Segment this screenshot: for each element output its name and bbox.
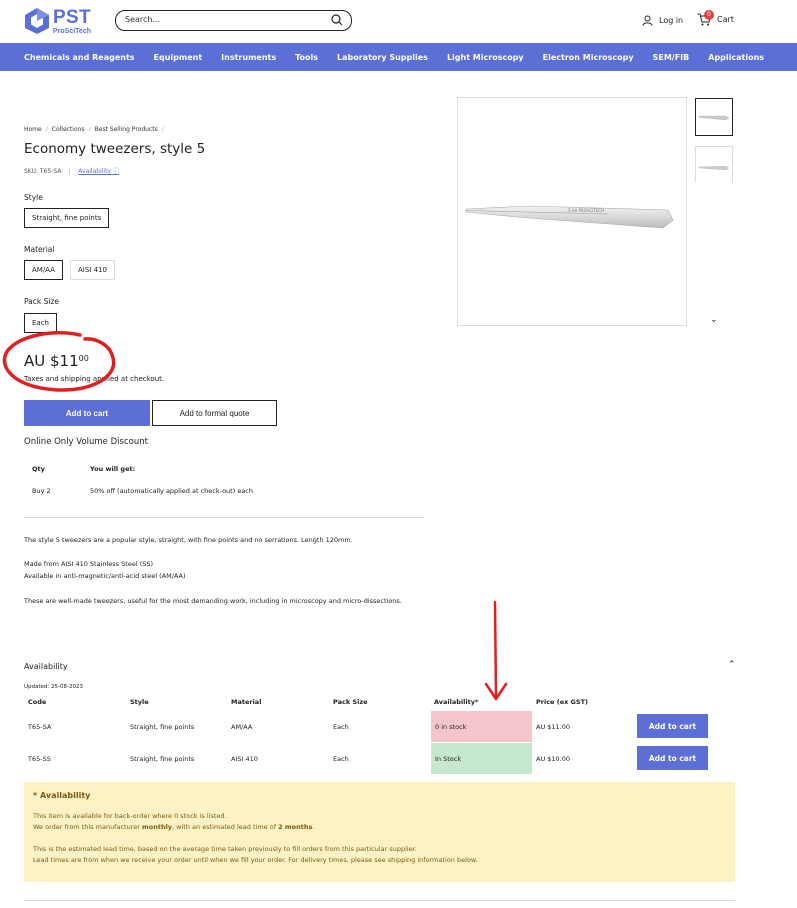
volume-row-qty: Buy 2	[32, 487, 51, 495]
row1-pack: Each	[333, 723, 349, 731]
material-option-aisi-410[interactable]: AISI 410	[70, 260, 115, 280]
availability-updated: Updated: 25-08-2023	[24, 684, 83, 690]
tweezers-image: 5-SA PROSCITECH	[465, 205, 674, 229]
nav-equipment[interactable]: Equipment	[154, 53, 203, 62]
row2-stock-status: In Stock	[431, 743, 532, 774]
login-link[interactable]: Log in	[642, 15, 683, 26]
volume-row-get: 50% off (automatically applied at check-…	[90, 487, 254, 495]
notice-title: * Availability	[33, 791, 91, 800]
row2-pack: Each	[333, 755, 349, 763]
breadcrumb-best-selling[interactable]: Best Selling Products	[95, 126, 158, 133]
breadcrumb-home[interactable]: Home	[24, 126, 42, 133]
product-main-image[interactable]: 5-SA PROSCITECH	[457, 97, 687, 326]
row2-material: AISI 410	[231, 755, 258, 763]
annotation-arrow-icon	[484, 600, 508, 701]
cart-label: Cart	[717, 15, 734, 24]
volume-head-qty: Qty	[32, 465, 45, 473]
search-icon[interactable]	[331, 14, 343, 26]
breadcrumb-collections[interactable]: Collections	[52, 126, 85, 133]
nav-electron-microscopy[interactable]: Electron Microscopy	[543, 53, 634, 62]
notice-line-4: Lead times are from when we receive your…	[33, 856, 478, 864]
col-header-availability: Availability*	[434, 698, 479, 706]
notice-line-2-post: .	[312, 823, 315, 831]
description-material-1: Made from AISI 410 Stainless Steel (SS)	[24, 560, 154, 568]
sku-text: SKU: T65-SA	[24, 168, 62, 175]
product-title: Economy tweezers, style 5	[24, 141, 206, 157]
section-divider	[24, 517, 424, 518]
cart-link[interactable]: 0 Cart	[697, 10, 734, 26]
availability-notice: * Availability This item is available fo…	[24, 782, 735, 882]
thumbnail-1[interactable]	[695, 98, 733, 136]
add-to-quote-button[interactable]: Add to formal quote	[152, 400, 277, 426]
sku-line: SKU: T65-SA | Availability ⓘ	[24, 168, 119, 175]
row1-material: AM/AA	[231, 723, 253, 731]
col-header-price: Price (ex GST)	[536, 698, 588, 706]
nav-chemicals[interactable]: Chemicals and Reagents	[24, 53, 135, 62]
thumbnail-1-image	[698, 115, 730, 121]
availability-link[interactable]: Availability ⓘ	[78, 168, 119, 175]
row2-code: T65-SS	[28, 755, 51, 763]
thumbnail-2-image	[698, 165, 730, 171]
hexagon-logo-icon	[25, 8, 49, 34]
row1-price: AU $11.00	[536, 723, 571, 731]
row2-price: AU $10.00	[536, 755, 571, 763]
col-header-style: Style	[130, 698, 149, 706]
main-nav: Chemicals and Reagents Equipment Instrum…	[0, 43, 797, 71]
description-material-2: Available in anti-magnetic/anti-acid ste…	[24, 572, 186, 580]
notice-lead-time: 2 months	[278, 823, 313, 831]
nav-applications[interactable]: Applications	[708, 53, 764, 62]
col-header-pack-size: Pack Size	[333, 698, 368, 706]
nav-instruments[interactable]: Instruments	[221, 53, 276, 62]
gallery-scroll-down-icon[interactable]: ⌄	[710, 315, 718, 325]
row1-add-to-cart-button[interactable]: Add to cart	[637, 714, 708, 738]
col-header-material: Material	[231, 698, 262, 706]
user-icon	[642, 15, 653, 26]
volume-head-get: You will get:	[90, 465, 136, 473]
logo[interactable]: PST ProSciTech	[24, 7, 91, 35]
description-paragraph: The style 5 tweezers are a popular style…	[24, 536, 353, 544]
tweezers-engraving: 5-SA PROSCITECH	[568, 208, 604, 213]
pack-size-label: Pack Size	[24, 297, 60, 306]
notice-line-3: This is the estimated lead time, based o…	[33, 845, 417, 853]
login-label: Log in	[659, 16, 684, 25]
notice-line-2: We order from this manufacturer monthly,…	[33, 822, 726, 833]
site-header: PST ProSciTech Log in 0 Cart	[0, 0, 797, 43]
nav-sem-fib[interactable]: SEM/FIB	[653, 53, 690, 62]
row2-style: Straight, fine points	[130, 755, 195, 763]
style-label: Style	[24, 193, 43, 202]
volume-discount-title: Online Only Volume Discount	[24, 437, 148, 447]
thumbnail-2[interactable]	[695, 146, 733, 182]
annotation-circle	[2, 331, 116, 392]
availability-section-title[interactable]: Availability	[24, 662, 68, 671]
style-option-straight[interactable]: Straight, fine points	[24, 208, 110, 228]
logo-subtext: ProSciTech	[53, 27, 91, 35]
row1-stock-status: 0 in stock	[431, 711, 532, 742]
nav-light-microscopy[interactable]: Light Microscopy	[447, 53, 524, 62]
row2-add-to-cart-button[interactable]: Add to cart	[637, 746, 708, 770]
col-header-code: Code	[28, 698, 47, 706]
description-usage: These are well-made tweezers, useful for…	[24, 597, 402, 605]
collapse-chevron-up-icon[interactable]: ⌃	[728, 660, 736, 670]
search-input[interactable]	[125, 15, 325, 24]
nav-laboratory-supplies[interactable]: Laboratory Supplies	[337, 53, 428, 62]
notice-frequency: monthly	[141, 823, 173, 831]
notice-line-1: This item is available for back-order wh…	[33, 812, 227, 820]
logo-text: PST	[53, 6, 91, 28]
bottom-divider	[24, 900, 735, 901]
material-label: Material	[24, 245, 55, 254]
search-box	[115, 10, 352, 31]
notice-line-2-mid: , with an estimated lead time of	[172, 823, 279, 831]
breadcrumb: Home / Collections / Best Selling Products /	[24, 126, 164, 133]
row1-code: T65-SA	[28, 723, 52, 731]
add-to-cart-button[interactable]: Add to cart	[24, 400, 150, 426]
material-option-am-aa[interactable]: AM/AA	[24, 260, 63, 280]
nav-tools[interactable]: Tools	[295, 53, 318, 62]
cart-count-badge: 0	[704, 10, 714, 20]
row1-style: Straight, fine points	[130, 723, 195, 731]
notice-line-2-pre: We order from this manufacturer	[33, 823, 142, 831]
